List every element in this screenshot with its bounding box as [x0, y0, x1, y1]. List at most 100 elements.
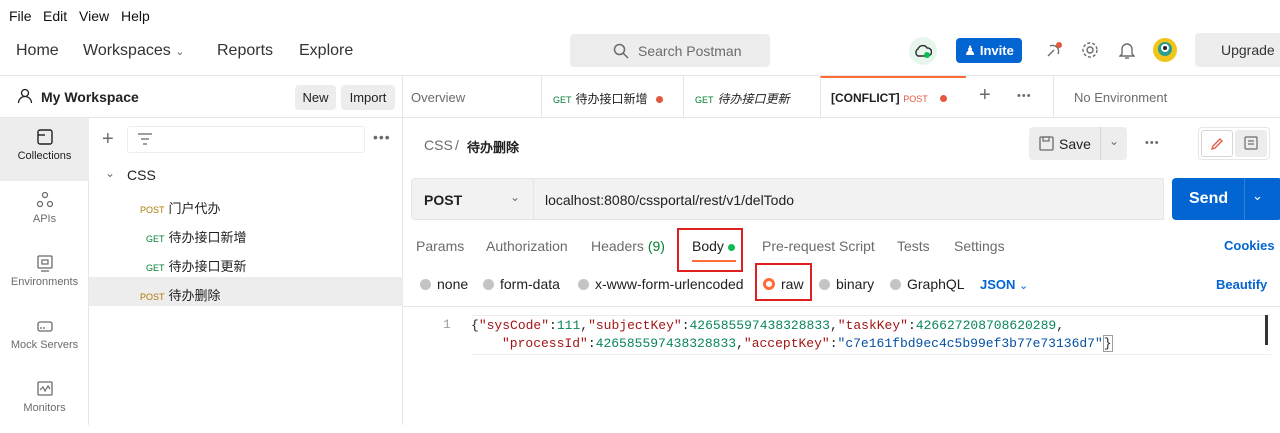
tab-method: GET: [695, 95, 714, 105]
chevron-down-icon: ⌄: [105, 166, 116, 180]
radio-x-www-form-urlencoded[interactable]: x-www-form-urlencoded: [578, 276, 744, 292]
cookies-link[interactable]: Cookies: [1224, 238, 1275, 253]
tab-overview[interactable]: Overview: [411, 76, 541, 118]
radio-none[interactable]: none: [420, 276, 468, 292]
tab-pre-request-script[interactable]: Pre-request Script: [762, 238, 875, 254]
brace-close: }: [1102, 335, 1113, 352]
radio-circle: [578, 279, 589, 290]
save-icon: [1039, 136, 1054, 151]
collection-tree: + ••• ⌄ CSS POST 门户代办 GET 待办接口新增 GET 待办接口更新…: [89, 118, 403, 425]
tab-more-icon[interactable]: •••: [1017, 90, 1032, 102]
menu-file[interactable]: File: [9, 8, 32, 24]
url-input[interactable]: localhost:8080/cssportal/rest/v1/delTodo: [534, 178, 1164, 220]
workspace-name[interactable]: My Workspace: [41, 89, 139, 105]
list-item[interactable]: GET 待办接口新增: [89, 219, 403, 248]
format-select[interactable]: JSON ⌄: [980, 277, 1028, 292]
satellite-icon[interactable]: [1040, 36, 1068, 64]
tab-name: 待办接口新增: [575, 92, 648, 106]
invite-label: Invite: [979, 43, 1014, 58]
bell-icon[interactable]: [1113, 36, 1141, 64]
monitor-icon: [36, 381, 53, 396]
edit-mode-button[interactable]: [1201, 130, 1233, 157]
menu-view[interactable]: View: [79, 8, 109, 24]
breadcrumb-current: 待办删除: [467, 140, 520, 155]
code-line-1-wrap: "processId":426585597438328833,"acceptKe…: [502, 335, 1113, 352]
import-button[interactable]: Import: [341, 85, 395, 110]
tab-get-update[interactable]: GET 待办接口更新: [683, 76, 820, 118]
avatar[interactable]: [1151, 36, 1179, 64]
request-name: 待办接口更新: [168, 259, 247, 274]
code-editor[interactable]: 1 {"sysCode":111,"subjectKey":4265855974…: [403, 306, 1280, 425]
beautify-link[interactable]: Beautify: [1216, 277, 1267, 292]
breadcrumb-parent[interactable]: CSS: [424, 137, 453, 153]
tab-tests[interactable]: Tests: [897, 238, 930, 254]
environments-icon: [36, 255, 53, 272]
divider: [1100, 127, 1101, 160]
sidebar-item-environments[interactable]: Environments: [0, 244, 89, 307]
docs-mode-button[interactable]: [1235, 130, 1267, 157]
list-item[interactable]: POST 门户代办: [89, 190, 403, 219]
tab-get-create[interactable]: GET 待办接口新增: [541, 76, 683, 118]
tab-params[interactable]: Params: [416, 238, 464, 254]
code-value: 426585597438328833: [689, 318, 830, 333]
send-button[interactable]: Send ⌄: [1172, 178, 1280, 220]
tab-authorization[interactable]: Authorization: [486, 238, 568, 254]
code-colon: :: [829, 336, 838, 351]
new-tab-plus-icon[interactable]: +: [979, 84, 991, 107]
chevron-down-icon: ⌄: [175, 46, 185, 58]
collections-icon: [36, 129, 53, 145]
collection-css[interactable]: ⌄ CSS: [89, 160, 403, 189]
filter-input[interactable]: [127, 126, 365, 153]
more-options-icon[interactable]: •••: [373, 129, 391, 145]
request-name: 待办接口新增: [168, 230, 247, 245]
tab-settings[interactable]: Settings: [954, 238, 1005, 254]
radio-binary[interactable]: binary: [819, 276, 874, 292]
nav-home[interactable]: Home: [16, 42, 59, 60]
tab-conflict-post[interactable]: [CONFLICT] POST: [820, 76, 966, 118]
request-name: 待办删除: [168, 288, 221, 303]
save-button-group: Save ⌄: [1029, 127, 1127, 160]
radio-circle: [483, 279, 494, 290]
list-item-selected[interactable]: POST 待办删除: [89, 277, 403, 306]
request-method: POST: [140, 292, 165, 302]
sync-cloud-icon[interactable]: [909, 37, 937, 65]
save-button[interactable]: Save: [1059, 136, 1091, 152]
code-colon: :: [587, 336, 596, 351]
sidebar-item-monitors[interactable]: Monitors: [0, 370, 89, 433]
tab-method: GET: [553, 95, 572, 105]
sidebar-item-apis[interactable]: APIs: [0, 181, 89, 244]
top-header: Home Workspaces ⌄ Reports Explore Search…: [0, 30, 1280, 76]
code-key: "processId": [502, 336, 588, 351]
sidebar-item-collections[interactable]: Collections: [0, 118, 89, 181]
request-more-icon[interactable]: •••: [1145, 137, 1160, 149]
server-icon: [36, 321, 53, 332]
plus-icon[interactable]: +: [102, 128, 114, 151]
invite-button[interactable]: ♟ Invite: [956, 38, 1022, 63]
gear-icon[interactable]: [1076, 36, 1104, 64]
tab-name: 待办接口更新: [717, 92, 790, 106]
menu-help[interactable]: Help: [121, 8, 150, 24]
upgrade-button[interactable]: Upgrade: [1195, 33, 1280, 67]
radio-graphql[interactable]: GraphQL: [890, 276, 965, 292]
code-colon: :: [907, 318, 916, 333]
nav-explore[interactable]: Explore: [299, 42, 353, 60]
environment-select[interactable]: No Environment: [1053, 76, 1280, 118]
nav-workspaces[interactable]: Workspaces ⌄: [83, 42, 184, 60]
tab-headers[interactable]: Headers (9): [591, 238, 665, 254]
highlight-box-raw: [755, 263, 812, 301]
nav-reports[interactable]: Reports: [217, 42, 273, 60]
new-button[interactable]: New: [295, 85, 336, 110]
radio-form-data[interactable]: form-data: [483, 276, 560, 292]
radio-label: GraphQL: [907, 276, 965, 292]
code-comma: ,: [736, 336, 744, 351]
scrollbar[interactable]: [1265, 315, 1268, 345]
sidebar-item-mock-servers[interactable]: Mock Servers: [0, 307, 89, 370]
code-value: "c7e161fbd9ec4c5b99ef3b77e73136d7": [837, 336, 1103, 351]
search-input[interactable]: Search Postman: [570, 34, 770, 67]
method-select[interactable]: POST ⌄: [411, 178, 534, 220]
list-item[interactable]: GET 待办接口更新: [89, 248, 403, 277]
add-user-icon: ♟: [964, 42, 976, 58]
chevron-down-icon[interactable]: ⌄: [1109, 134, 1119, 148]
code-colon: :: [549, 318, 557, 333]
menu-edit[interactable]: Edit: [43, 8, 67, 24]
